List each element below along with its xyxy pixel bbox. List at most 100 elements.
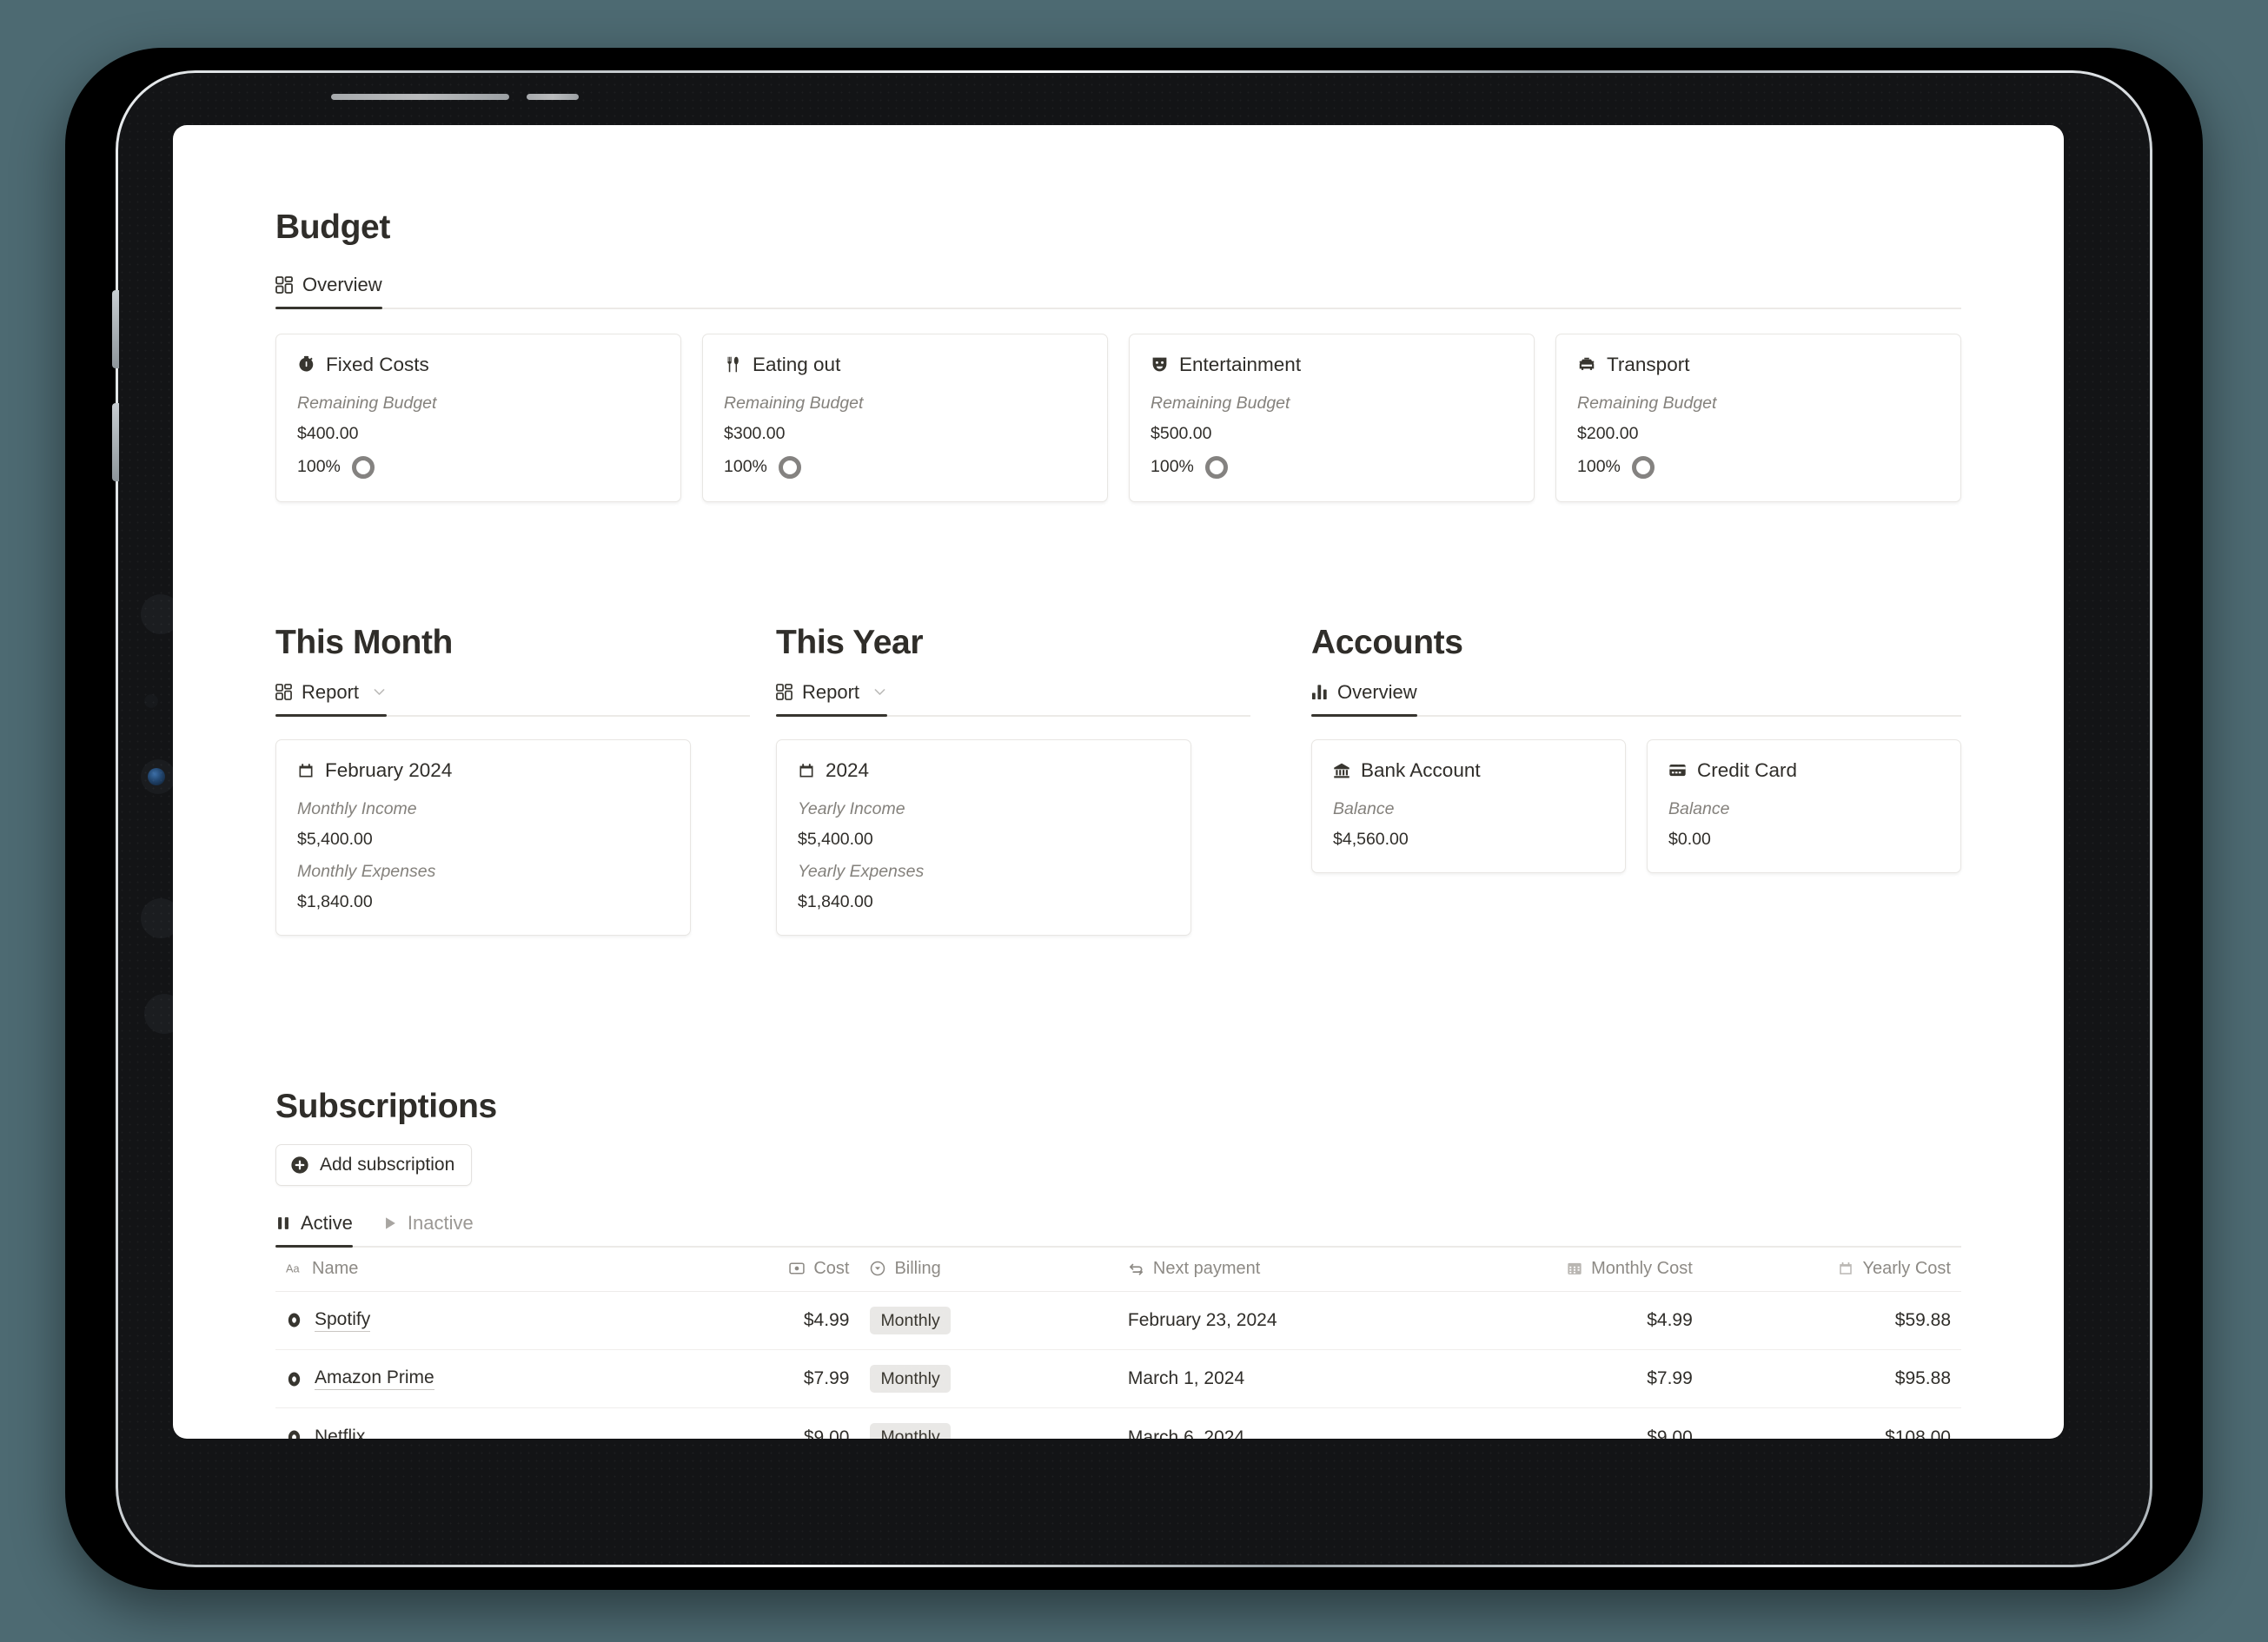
month-report-card[interactable]: February 2024 Monthly Income $5,400.00 M… xyxy=(275,738,691,936)
cell-name[interactable]: Amazon Prime xyxy=(275,1349,688,1409)
tablet-screen: Budget Overview Fixed Costs Remaining Bu… xyxy=(173,125,2064,1439)
percent-label: 100% xyxy=(1151,457,1194,477)
volume-down-button[interactable] xyxy=(112,403,119,481)
tab-label: Active xyxy=(301,1211,353,1234)
budget-section: Budget Overview Fixed Costs Remaining Bu… xyxy=(275,209,1961,502)
balance-value: $4,560.00 xyxy=(1333,829,1409,849)
card-header: Bank Account xyxy=(1333,759,1604,782)
table-row[interactable]: Amazon Prime $7.99 Monthly March 1, 2024… xyxy=(275,1349,1961,1409)
table-header-row: Aa Name Cost Billing Next payment Monthl… xyxy=(275,1251,1961,1292)
column-header-next-payment[interactable]: Next payment xyxy=(1117,1251,1453,1292)
yearly-expenses-value: $1,840.00 xyxy=(798,891,873,911)
tab-report-year[interactable]: Report xyxy=(776,680,888,717)
play-icon xyxy=(382,1215,398,1231)
account-card-credit[interactable]: Credit Card Balance $0.00 xyxy=(1647,738,1961,873)
tab-label: Inactive xyxy=(407,1211,474,1234)
column-header-label: Monthly Cost xyxy=(1591,1258,1693,1278)
mid-sections: This Month Report February 2024 Monthly … xyxy=(275,624,1961,936)
credit-card-icon xyxy=(1668,761,1687,779)
table-row[interactable]: Spotify $4.99 Monthly February 23, 2024 … xyxy=(275,1291,1961,1350)
remaining-budget-value: $500.00 xyxy=(1151,423,1212,443)
money-icon xyxy=(789,1261,805,1276)
tab-accounts-overview[interactable]: Overview xyxy=(1311,680,1417,717)
grid-icon xyxy=(275,275,293,294)
tab-inactive[interactable]: Inactive xyxy=(382,1212,474,1246)
table-header: Aa Name Cost Billing Next payment Monthl… xyxy=(275,1251,1961,1292)
pause-icon xyxy=(275,1215,291,1231)
accounts-view-tabs: Overview xyxy=(1311,675,1961,717)
add-subscription-button[interactable]: Add subscription xyxy=(275,1143,473,1186)
monthly-expenses-value: $1,840.00 xyxy=(297,891,373,911)
remaining-budget-value: $200.00 xyxy=(1577,423,1639,443)
progress-donut-icon xyxy=(1204,455,1228,479)
budget-card-eating-out[interactable]: Eating out Remaining Budget $300.00 100% xyxy=(702,333,1108,502)
column-header-label: Next payment xyxy=(1152,1258,1261,1278)
page-title: Budget xyxy=(275,209,390,246)
balance-label: Balance xyxy=(1333,798,1395,818)
cell-cost: $9.00 xyxy=(687,1407,860,1439)
add-subscription-label: Add subscription xyxy=(320,1154,455,1175)
table-body: Spotify $4.99 Monthly February 23, 2024 … xyxy=(275,1291,1961,1439)
tab-report-month[interactable]: Report xyxy=(275,681,388,717)
table-row[interactable]: Netflix $9.00 Monthly March 6, 2024 $9.0… xyxy=(275,1407,1961,1439)
bank-icon xyxy=(1333,762,1350,779)
billing-pill: Monthly xyxy=(870,1364,951,1394)
select-icon xyxy=(870,1261,885,1276)
volume-up-button[interactable] xyxy=(112,290,119,368)
cell-yearly-cost: $108.00 xyxy=(1702,1407,1961,1439)
progress-donut-icon xyxy=(351,455,375,479)
this-month-view-tabs: Report xyxy=(275,675,750,717)
budget-page: Budget Overview Fixed Costs Remaining Bu… xyxy=(173,125,2064,1439)
column-header-name[interactable]: Aa Name xyxy=(275,1251,688,1292)
card-title-label: Credit Card xyxy=(1697,758,1798,781)
column-header-monthly-cost[interactable]: Monthly Cost xyxy=(1453,1251,1703,1292)
grid-icon xyxy=(275,684,292,701)
this-month-cards: February 2024 Monthly Income $5,400.00 M… xyxy=(275,738,750,936)
budget-card-fixed-costs[interactable]: Fixed Costs Remaining Budget $400.00 100… xyxy=(275,333,681,502)
column-header-label: Name xyxy=(312,1258,359,1278)
accounts-title: Accounts xyxy=(1311,623,1463,661)
cutlery-icon xyxy=(724,355,742,374)
budget-card-entertainment[interactable]: Entertainment Remaining Budget $500.00 1… xyxy=(1129,333,1535,502)
page-icon xyxy=(286,1371,302,1387)
chevron-down-icon[interactable] xyxy=(372,685,387,699)
cell-monthly-cost: $7.99 xyxy=(1453,1349,1703,1409)
card-title-label: Entertainment xyxy=(1179,353,1302,375)
budget-card-transport[interactable]: Transport Remaining Budget $200.00 100% xyxy=(1555,333,1961,502)
this-year-title: This Year xyxy=(776,623,924,661)
tab-overview[interactable]: Overview xyxy=(275,273,382,309)
mask-icon xyxy=(1151,355,1169,374)
subscription-name: Spotify xyxy=(315,1309,371,1332)
text-icon: Aa xyxy=(286,1261,303,1275)
cell-name[interactable]: Spotify xyxy=(275,1291,688,1350)
cell-next-payment: March 1, 2024 xyxy=(1117,1349,1454,1409)
account-card-bank[interactable]: Bank Account Balance $4,560.00 xyxy=(1311,738,1626,873)
column-header-billing[interactable]: Billing xyxy=(859,1251,1117,1292)
tab-label: Overview xyxy=(302,273,382,295)
percent-label: 100% xyxy=(297,457,341,477)
card-title-label: Fixed Costs xyxy=(326,353,429,375)
percent-row: 100% xyxy=(297,455,660,479)
percent-label: 100% xyxy=(724,457,767,477)
remaining-budget-label: Remaining Budget xyxy=(724,393,864,413)
speaker-grille-secondary xyxy=(527,94,579,100)
tab-active[interactable]: Active xyxy=(275,1211,353,1248)
card-header: Credit Card xyxy=(1668,759,1940,782)
card-header: 2024 xyxy=(798,759,1170,782)
card-header: Transport xyxy=(1577,354,1940,376)
card-title-label: Eating out xyxy=(753,353,841,375)
year-report-card[interactable]: 2024 Yearly Income $5,400.00 Yearly Expe… xyxy=(776,738,1191,936)
cell-name[interactable]: Netflix xyxy=(275,1407,688,1439)
column-header-label: Cost xyxy=(813,1258,850,1278)
column-header-yearly-cost[interactable]: Yearly Cost xyxy=(1703,1251,1961,1292)
this-month-section: This Month Report February 2024 Monthly … xyxy=(275,624,750,936)
chevron-down-icon[interactable] xyxy=(872,685,887,699)
camera-lens-icon xyxy=(148,768,165,785)
tab-label: Overview xyxy=(1337,680,1417,703)
tab-label: Report xyxy=(802,680,860,703)
remaining-budget-label: Remaining Budget xyxy=(1577,393,1717,413)
subscription-name: Netflix xyxy=(315,1427,365,1439)
subscriptions-table: Aa Name Cost Billing Next payment Monthl… xyxy=(275,1251,1961,1439)
column-header-cost[interactable]: Cost xyxy=(688,1251,860,1292)
tablet-device: Budget Overview Fixed Costs Remaining Bu… xyxy=(65,48,2203,1590)
